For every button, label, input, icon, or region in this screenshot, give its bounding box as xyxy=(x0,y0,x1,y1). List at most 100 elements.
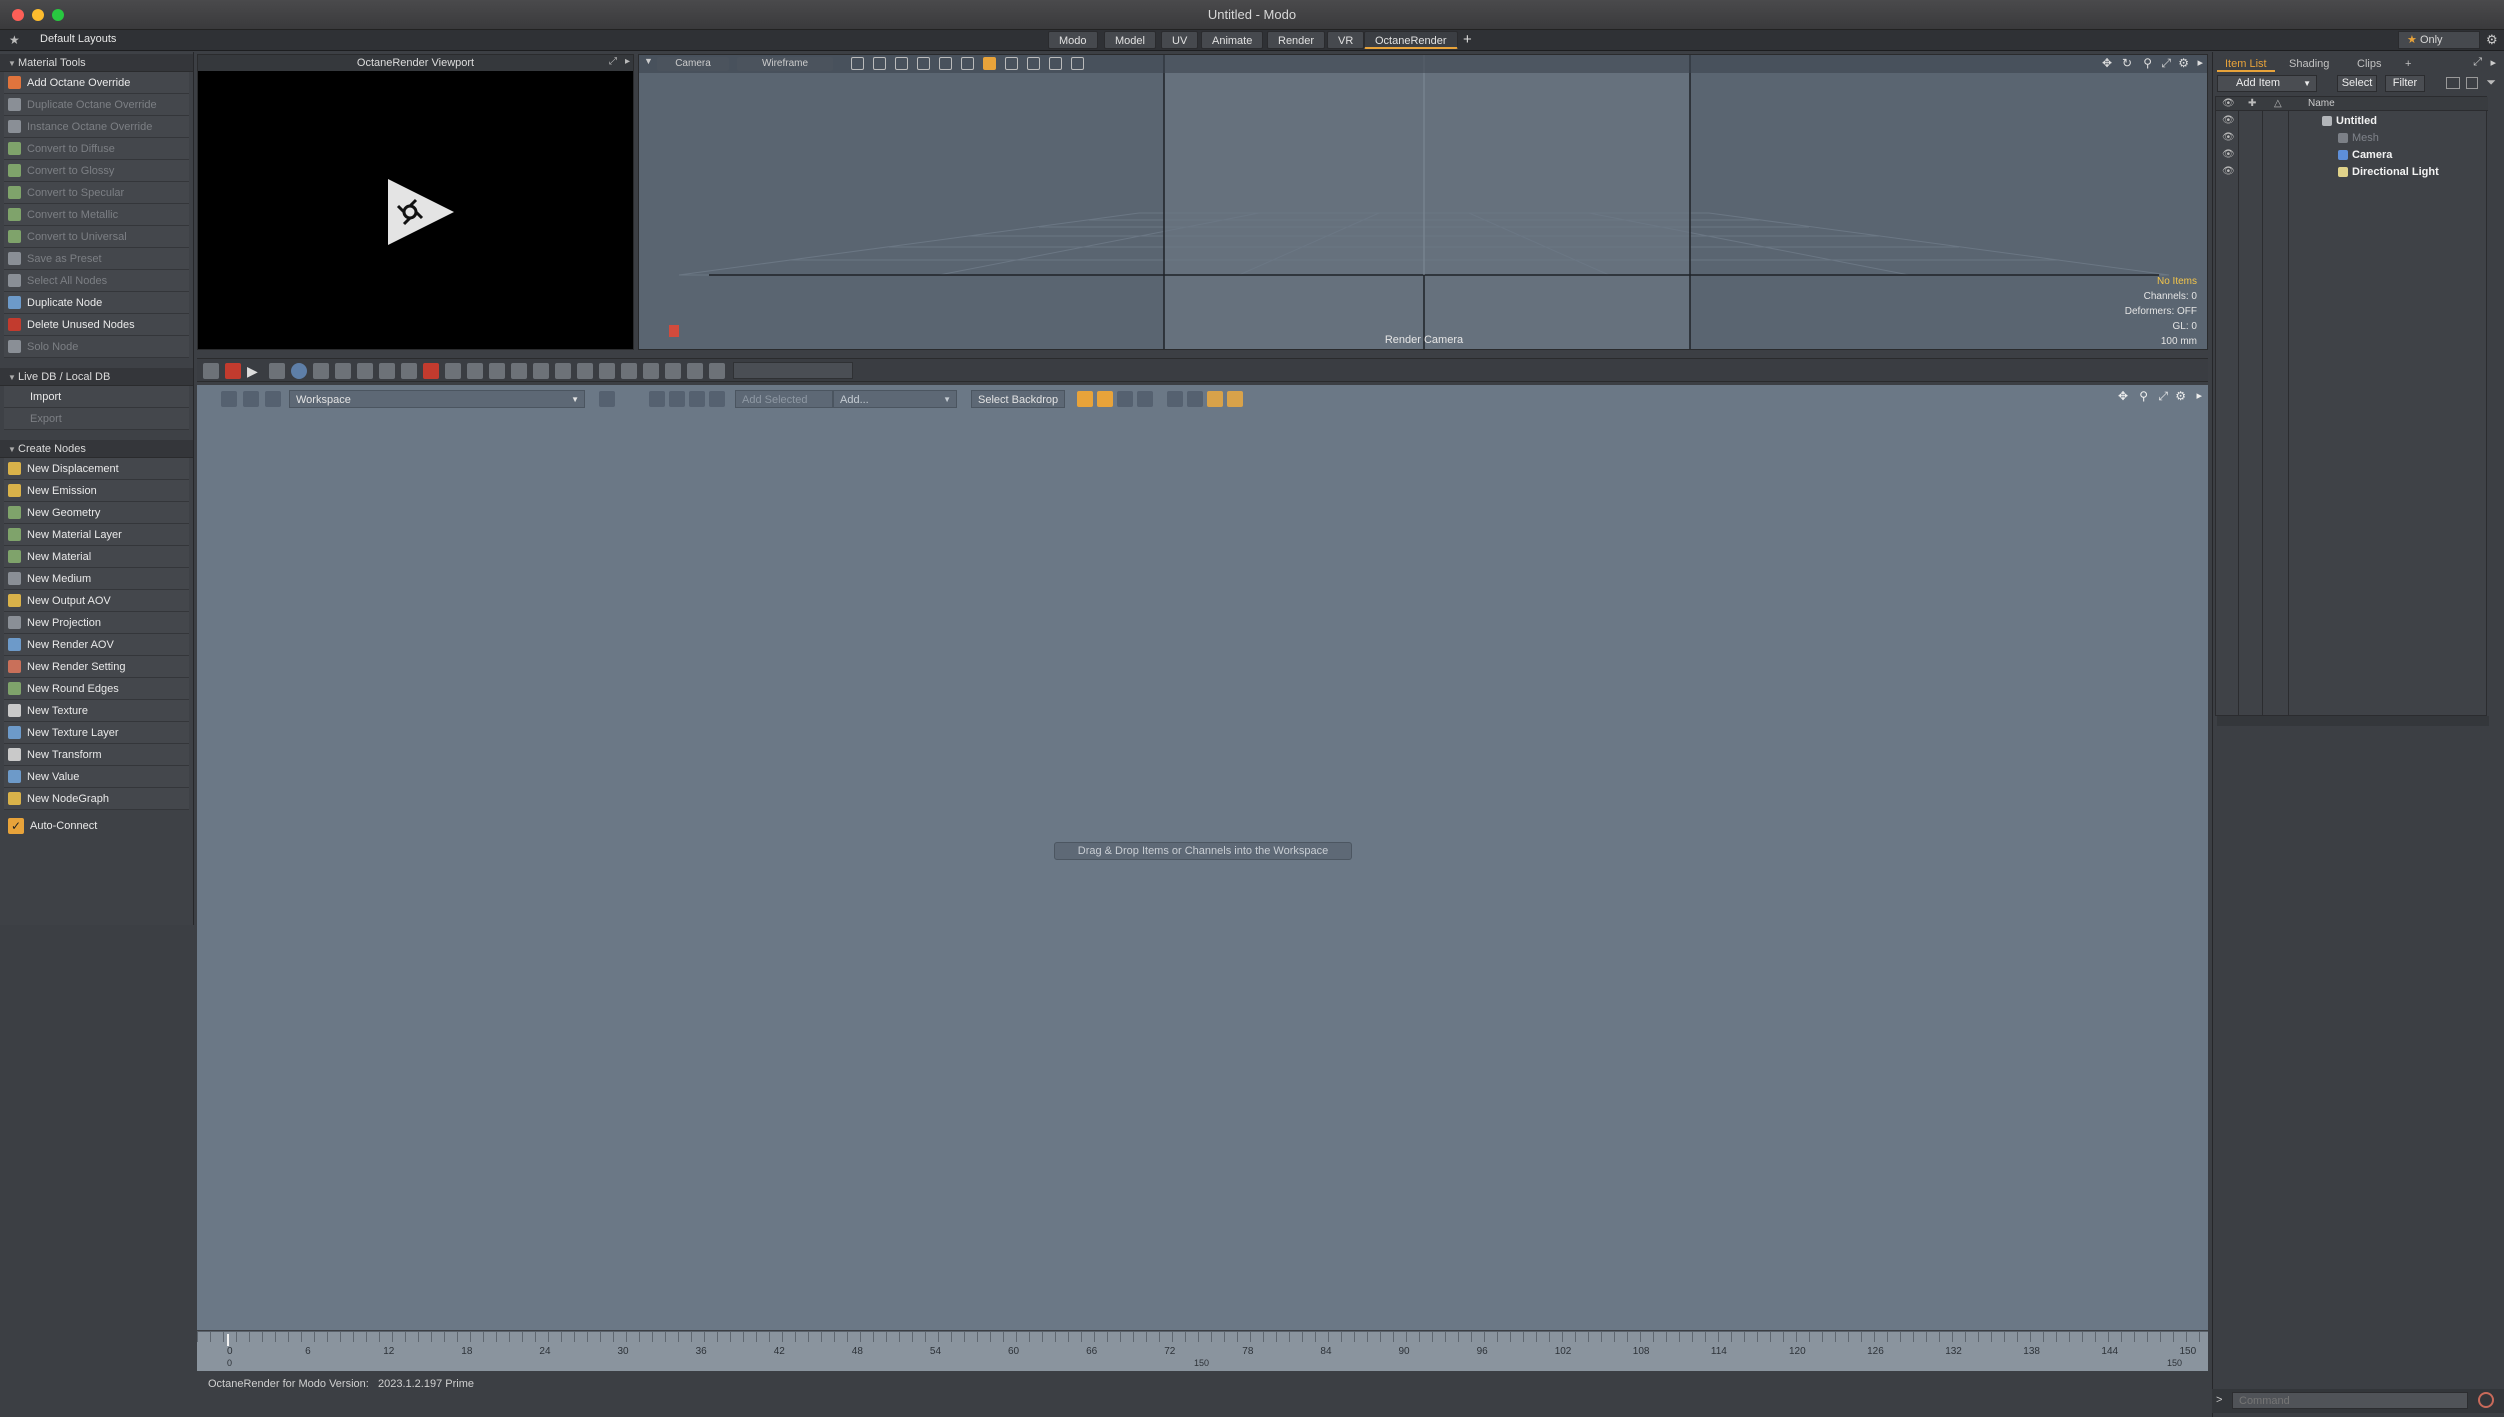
node-tool-icon[interactable] xyxy=(1167,391,1183,407)
tool-button[interactable]: Import xyxy=(4,386,189,408)
rotate-view-icon[interactable]: ↻ xyxy=(2122,56,2132,70)
tool-icon[interactable] xyxy=(577,363,593,379)
select-backdrop-button[interactable]: Select Backdrop xyxy=(971,390,1065,408)
tool-button[interactable]: New Geometry xyxy=(4,502,189,524)
tree-item[interactable]: 👁 Untitled xyxy=(2216,113,2488,129)
tool-button[interactable]: New Medium xyxy=(4,568,189,590)
tab-modo[interactable]: Modo xyxy=(1048,31,1098,49)
playhead[interactable] xyxy=(227,1334,229,1346)
tool-icon[interactable] xyxy=(687,363,703,379)
mesh-icon[interactable] xyxy=(917,57,930,70)
tool-button[interactable]: New Render AOV xyxy=(4,634,189,656)
horizontal-scrollbar[interactable] xyxy=(2217,716,2489,726)
gear-icon[interactable]: ⚙ xyxy=(2178,56,2189,70)
material-tools-header[interactable]: ▼ Material Tools xyxy=(0,54,193,72)
tool-button[interactable]: New Texture Layer xyxy=(4,722,189,744)
tool-button[interactable]: New Material Layer xyxy=(4,524,189,546)
add-node-dropdown[interactable]: Add... ▼ xyxy=(833,390,957,408)
visibility-eye-icon[interactable]: 👁 xyxy=(2222,113,2235,129)
fullscreen-icon[interactable] xyxy=(1071,57,1084,70)
live-db-header[interactable]: ▼ Live DB / Local DB xyxy=(0,368,193,386)
checkbox-checked-icon[interactable]: ✓ xyxy=(8,818,24,834)
screen-icon[interactable] xyxy=(1049,57,1062,70)
visibility-eye-icon[interactable]: 👁 xyxy=(2222,147,2235,163)
frame-icon[interactable] xyxy=(649,391,665,407)
tool-icon[interactable] xyxy=(709,363,725,379)
tool-button[interactable]: Delete Unused Nodes xyxy=(4,314,189,336)
3d-viewport[interactable]: ▼ Camera Wireframe ✥ ↻ ⚲ ⤢ ⚙ ▸ Render Ca… xyxy=(638,54,2208,350)
node-tool-icon[interactable] xyxy=(221,391,237,407)
tab-item-list[interactable]: Item List xyxy=(2217,56,2275,72)
node-tool-icon[interactable] xyxy=(1187,391,1203,407)
tool-button[interactable]: New NodeGraph xyxy=(4,788,189,810)
tab-render[interactable]: Render xyxy=(1267,31,1326,49)
wireframe-shading-button[interactable]: Wireframe xyxy=(737,57,833,71)
record-icon[interactable] xyxy=(2478,1392,2494,1408)
viewport-menu-icon[interactable]: ▼ xyxy=(644,56,653,66)
tool-button[interactable]: New Transform xyxy=(4,744,189,766)
tab-animate[interactable]: Animate xyxy=(1201,31,1264,49)
arrow-right-icon[interactable]: ▸ xyxy=(625,56,630,67)
pin-icon[interactable]: ★ xyxy=(9,33,20,47)
light-icon[interactable] xyxy=(1005,57,1018,70)
tool-icon[interactable] xyxy=(599,363,615,379)
overlay-icon[interactable] xyxy=(961,57,974,70)
tool-button[interactable]: New Emission xyxy=(4,480,189,502)
panel-icon[interactable] xyxy=(1207,391,1223,407)
tool-button[interactable]: New Value xyxy=(4,766,189,788)
tool-button[interactable]: New Round Edges xyxy=(4,678,189,700)
tool-button[interactable]: New Material xyxy=(4,546,189,568)
only-toggle[interactable]: Only xyxy=(2420,34,2443,46)
tool-icon[interactable] xyxy=(533,363,549,379)
stop-render-icon[interactable] xyxy=(225,363,241,379)
node-workspace[interactable]: Workspace ▼ Add Selected Add... ▼ Select B… xyxy=(197,385,2208,1330)
arrow-up-icon[interactable] xyxy=(689,391,705,407)
tool-icon[interactable] xyxy=(313,363,329,379)
zoom-view-icon[interactable]: ⚲ xyxy=(2139,389,2148,403)
camera-view-button[interactable]: Camera xyxy=(657,57,729,71)
active-tool-icon[interactable] xyxy=(983,57,996,70)
move-view-icon[interactable]: ✥ xyxy=(2118,389,2128,403)
toolbar-dropdown[interactable] xyxy=(733,362,853,379)
tool-button[interactable]: New Projection xyxy=(4,612,189,634)
tab-vr[interactable]: VR xyxy=(1327,31,1365,49)
tree-item[interactable]: 👁 Directional Light xyxy=(2216,164,2488,180)
tool-icon[interactable] xyxy=(467,363,483,379)
add-selected-button[interactable]: Add Selected xyxy=(735,390,833,408)
delete-icon[interactable] xyxy=(423,363,439,379)
tab-clips[interactable]: Clips xyxy=(2349,56,2389,72)
select-button[interactable]: Select xyxy=(2337,75,2377,92)
arrow-right-icon[interactable]: ▸ xyxy=(2196,389,2202,402)
filter-button[interactable]: Filter xyxy=(2385,75,2425,92)
zoom-view-icon[interactable]: ⚲ xyxy=(2143,56,2152,70)
node-tool-icon[interactable] xyxy=(243,391,259,407)
tool-button[interactable]: New Texture xyxy=(4,700,189,722)
tree-item[interactable]: 👁 Mesh xyxy=(2216,130,2488,146)
tool-button[interactable]: Add Octane Override xyxy=(4,72,189,94)
tool-icon[interactable] xyxy=(357,363,373,379)
tool-icon[interactable] xyxy=(511,363,527,379)
octanerender-viewport[interactable]: OctaneRender Viewport ⤢ ▸ xyxy=(197,54,634,350)
default-layouts-menu[interactable]: Default Layouts xyxy=(40,33,116,45)
sphere-icon[interactable] xyxy=(291,363,307,379)
wire-icon[interactable] xyxy=(895,57,908,70)
tool-button[interactable]: New Render Setting xyxy=(4,656,189,678)
expand-icon[interactable]: ⤢ xyxy=(2473,56,2482,69)
move-view-icon[interactable]: ✥ xyxy=(2102,56,2112,70)
arrow-left-icon[interactable] xyxy=(669,391,685,407)
tool-icon[interactable] xyxy=(269,363,285,379)
tool-icon[interactable] xyxy=(489,363,505,379)
arrow-right-icon[interactable]: ▸ xyxy=(2490,56,2496,69)
tool-button[interactable]: Duplicate Node xyxy=(4,292,189,314)
tool-icon[interactable] xyxy=(665,363,681,379)
grid-snap-icon[interactable] xyxy=(1097,391,1113,407)
auto-connect-toggle[interactable]: ✓ Auto-Connect xyxy=(4,814,189,838)
tool-icon[interactable] xyxy=(445,363,461,379)
gear-icon[interactable]: ⚙ xyxy=(2486,32,2498,48)
tool-icon[interactable] xyxy=(203,363,219,379)
tool-icon[interactable] xyxy=(335,363,351,379)
tool-icon[interactable] xyxy=(643,363,659,379)
tool-icon[interactable] xyxy=(621,363,637,379)
tree-item[interactable]: 👁 Camera xyxy=(2216,147,2488,163)
add-item-dropdown[interactable]: Add Item ▼ xyxy=(2217,75,2317,92)
